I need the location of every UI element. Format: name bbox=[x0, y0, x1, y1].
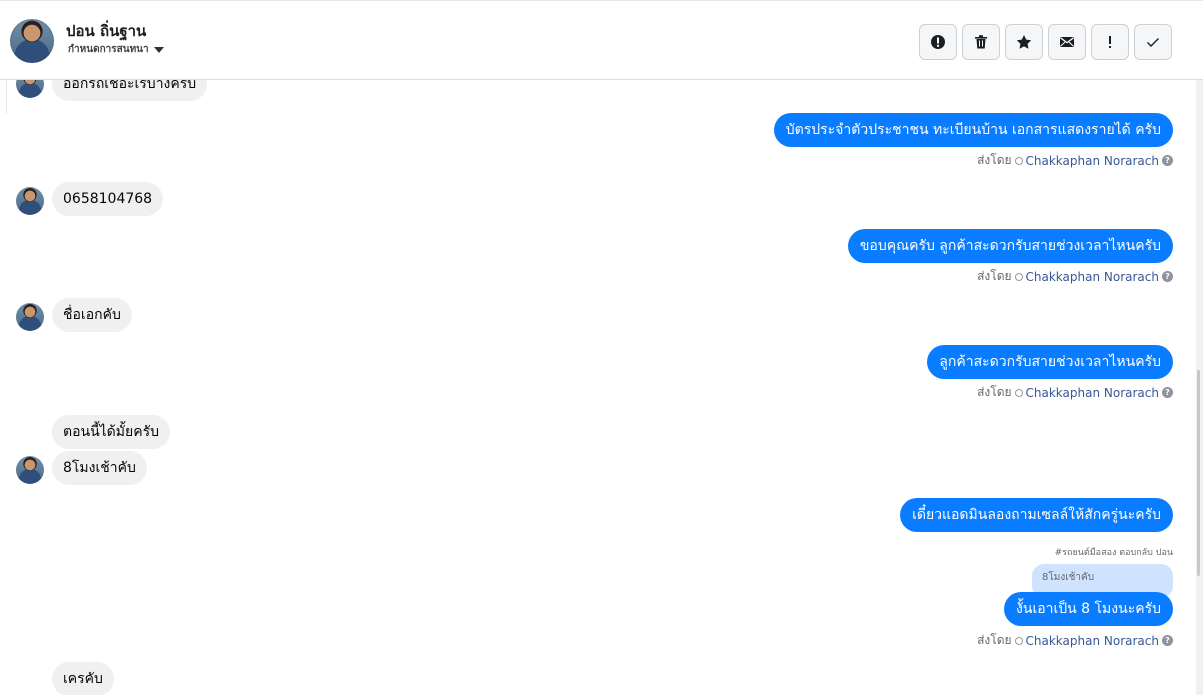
exclamation-icon bbox=[1109, 36, 1111, 48]
help-icon[interactable]: ? bbox=[1162, 271, 1173, 282]
thread-scrollbar[interactable] bbox=[1196, 80, 1203, 695]
verified-icon bbox=[1014, 156, 1023, 165]
agent-name-link[interactable]: Chakkaphan Norarach bbox=[1026, 634, 1159, 648]
verified-icon bbox=[1014, 388, 1023, 397]
conversation-settings-dropdown[interactable]: กำหนดการสนทนา bbox=[68, 42, 164, 57]
check-icon bbox=[1147, 38, 1159, 47]
help-icon[interactable]: ? bbox=[1162, 155, 1173, 166]
verified-icon bbox=[1014, 272, 1023, 281]
outgoing-message[interactable]: ขอบคุณครับ ลูกค้าสะดวกรับสายช่วงเวลาไหนค… bbox=[847, 229, 1173, 263]
star-button[interactable] bbox=[1005, 24, 1043, 60]
chevron-down-icon bbox=[153, 46, 164, 53]
outgoing-message[interactable]: เดี๋ยวแอดมินลองถามเซลล์ให้สักครู่นะครับ bbox=[900, 498, 1173, 532]
incoming-message[interactable]: ออกรถเชอะเรบ้างครับ bbox=[52, 80, 208, 101]
sent-by-label: ส่งโดย bbox=[977, 153, 1012, 167]
contact-name[interactable]: ปอน ถิ่นฐาน bbox=[66, 19, 146, 43]
outgoing-message[interactable]: บัตรประจำตัวประชาชน ทะเบียนบ้าน เอกสารแส… bbox=[773, 113, 1173, 147]
message-thread[interactable]: ออกรถเชอะเรบ้างครับ บัตรประจำตัวประชาชน … bbox=[0, 80, 1196, 695]
sent-by-label: ส่งโดย bbox=[977, 269, 1012, 283]
sender-avatar[interactable] bbox=[16, 80, 44, 98]
contact-avatar[interactable] bbox=[10, 19, 54, 63]
agent-name-link[interactable]: Chakkaphan Norarach bbox=[1026, 270, 1159, 284]
alert-circle-icon bbox=[931, 35, 945, 49]
reply-context-label: #รถยนต์มือสอง ตอบกลับ ปอน bbox=[1054, 548, 1173, 558]
incoming-message[interactable]: 0658104768 bbox=[52, 182, 164, 216]
incoming-message[interactable]: ตอนนี้ได้มั้ยครับ bbox=[52, 415, 170, 449]
help-icon[interactable]: ? bbox=[1162, 635, 1173, 646]
sent-by-info: ส่งโดย Chakkaphan Norarach ? bbox=[977, 267, 1173, 286]
sender-avatar[interactable] bbox=[16, 187, 44, 215]
sent-by-label: ส่งโดย bbox=[977, 385, 1012, 399]
important-button[interactable] bbox=[1091, 24, 1129, 60]
incoming-message[interactable]: 8โมงเช้าคับ bbox=[52, 451, 147, 485]
outgoing-message[interactable]: ลูกค้าสะดวกรับสายช่วงเวลาไหนครับ bbox=[927, 345, 1173, 379]
incoming-message[interactable]: ชื่อเอกคับ bbox=[52, 298, 132, 332]
sender-avatar[interactable] bbox=[16, 303, 44, 331]
sent-by-info: ส่งโดย Chakkaphan Norarach ? bbox=[977, 631, 1173, 650]
conversation-settings-label: กำหนดการสนทนา bbox=[68, 44, 149, 55]
mark-unread-button[interactable] bbox=[1048, 24, 1086, 60]
done-button[interactable] bbox=[1134, 24, 1172, 60]
outgoing-message[interactable]: งั้นเอาเป็น 8 โมงนะครับ bbox=[1004, 592, 1173, 626]
conversation-header: ปอน ถิ่นฐาน กำหนดการสนทนา bbox=[0, 0, 1203, 80]
sent-by-label: ส่งโดย bbox=[977, 633, 1012, 647]
envelope-icon bbox=[1060, 37, 1074, 47]
delete-button[interactable] bbox=[962, 24, 1000, 60]
report-button[interactable] bbox=[919, 24, 957, 60]
verified-icon bbox=[1014, 636, 1023, 645]
scrollbar-thumb[interactable] bbox=[1197, 370, 1200, 576]
sent-by-info: ส่งโดย Chakkaphan Norarach ? bbox=[977, 151, 1173, 170]
star-icon bbox=[1016, 35, 1032, 49]
sent-by-info: ส่งโดย Chakkaphan Norarach ? bbox=[977, 383, 1173, 402]
side-panel-edge bbox=[0, 80, 7, 114]
trash-icon bbox=[975, 35, 987, 49]
agent-name-link[interactable]: Chakkaphan Norarach bbox=[1026, 154, 1159, 168]
help-icon[interactable]: ? bbox=[1162, 387, 1173, 398]
conversation-toolbar bbox=[919, 24, 1172, 60]
agent-name-link[interactable]: Chakkaphan Norarach bbox=[1026, 386, 1159, 400]
incoming-message[interactable]: เครคับ bbox=[52, 662, 114, 695]
sender-avatar[interactable] bbox=[16, 456, 44, 484]
